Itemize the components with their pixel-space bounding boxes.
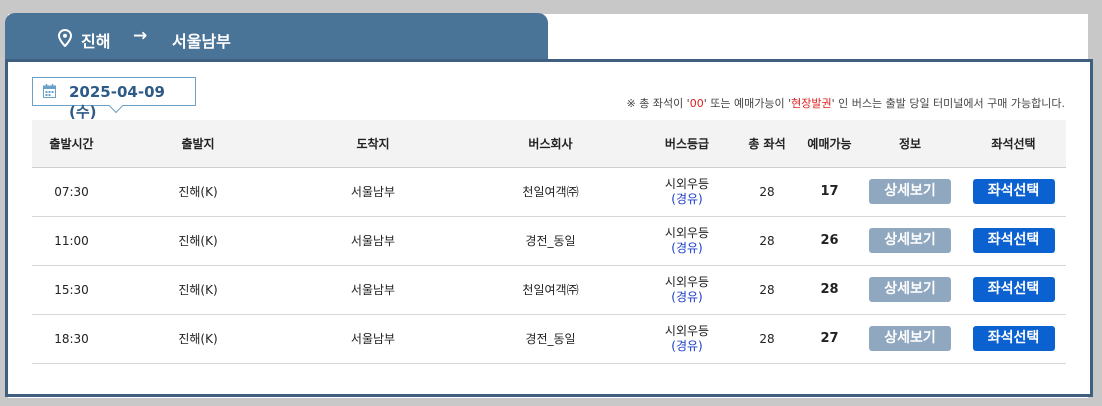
table-header-row: 출발시간 출발지 도착지 버스회사 버스등급 총 좌석 예매가능 정보 좌석선택 bbox=[32, 120, 1066, 168]
departure-time: 15:30 bbox=[32, 265, 111, 315]
notice-highlight-onsite: 현장발권 bbox=[791, 97, 832, 110]
via-label: (경유) bbox=[671, 289, 703, 304]
grade-label: 시외우등 bbox=[664, 176, 710, 191]
header-available: 예매가능 bbox=[800, 120, 859, 168]
bus-grade: 시외우등 (경유) bbox=[640, 167, 734, 217]
seat-select-button[interactable]: 좌석선택 bbox=[972, 228, 1055, 253]
departure-time: 18:30 bbox=[32, 314, 111, 364]
date-selector[interactable]: 2025-04-09 (수) bbox=[32, 77, 196, 121]
location-pin-icon bbox=[57, 29, 73, 47]
bus-grade: 시외우등 (경유) bbox=[640, 216, 734, 266]
bus-company: 천일여객㈜ bbox=[461, 167, 640, 217]
header-seat-select: 좌석선택 bbox=[961, 120, 1066, 168]
header-bus-grade: 버스등급 bbox=[640, 120, 734, 168]
select-cell: 좌석선택 bbox=[961, 216, 1066, 266]
header-departure-time: 출발시간 bbox=[32, 120, 111, 168]
arrival-terminal: 서울남부 bbox=[285, 216, 461, 266]
bus-company: 경전_동일 bbox=[461, 314, 640, 364]
detail-button[interactable]: 상세보기 bbox=[869, 326, 951, 351]
seat-select-button[interactable]: 좌석선택 bbox=[972, 179, 1055, 204]
info-cell: 상세보기 bbox=[859, 265, 961, 315]
total-seats: 28 bbox=[734, 167, 800, 217]
available-seats: 26 bbox=[800, 216, 859, 266]
route-tab: 진해 → 서울남부 bbox=[5, 13, 548, 61]
table-row: 11:00 진해(K) 서울남부 경전_동일 시외우등 (경유) 28 26 상세… bbox=[32, 216, 1066, 266]
header-arrival: 도착지 bbox=[285, 120, 461, 168]
select-cell: 좌석선택 bbox=[961, 314, 1066, 364]
departure-terminal: 진해(K) bbox=[111, 314, 285, 364]
grade-label: 시외우등 bbox=[664, 274, 710, 289]
header-bus-company: 버스회사 bbox=[461, 120, 640, 168]
route-origin: 진해 bbox=[81, 32, 111, 51]
bus-company: 경전_동일 bbox=[461, 216, 640, 266]
info-cell: 상세보기 bbox=[859, 216, 961, 266]
table-row: 07:30 진해(K) 서울남부 천일여객㈜ 시외우등 (경유) 28 17 상세… bbox=[32, 167, 1066, 217]
total-seats: 28 bbox=[734, 265, 800, 315]
header-departure: 출발지 bbox=[111, 120, 285, 168]
available-seats: 17 bbox=[800, 167, 859, 217]
departure-time: 11:00 bbox=[32, 216, 111, 266]
header-info: 정보 bbox=[859, 120, 961, 168]
via-label: (경유) bbox=[671, 191, 703, 206]
info-cell: 상세보기 bbox=[859, 314, 961, 364]
bus-grade: 시외우등 (경유) bbox=[640, 314, 734, 364]
detail-button[interactable]: 상세보기 bbox=[869, 228, 951, 253]
grade-label: 시외우등 bbox=[664, 323, 710, 338]
arrow-right-icon: → bbox=[133, 26, 148, 46]
detail-button[interactable]: 상세보기 bbox=[869, 277, 951, 302]
bus-schedule-table: 출발시간 출발지 도착지 버스회사 버스등급 총 좌석 예매가능 정보 좌석선택… bbox=[32, 120, 1066, 364]
arrival-terminal: 서울남부 bbox=[285, 314, 461, 364]
total-seats: 28 bbox=[734, 314, 800, 364]
route-destination: 서울남부 bbox=[172, 32, 231, 51]
available-seats: 28 bbox=[800, 265, 859, 315]
notice-text-1: ※ 총 좌석이 ' bbox=[626, 97, 690, 110]
departure-terminal: 진해(K) bbox=[111, 265, 285, 315]
departure-terminal: 진해(K) bbox=[111, 216, 285, 266]
arrival-terminal: 서울남부 bbox=[285, 167, 461, 217]
selected-date: 2025-04-09 (수) bbox=[69, 83, 165, 121]
header-total-seats: 총 좌석 bbox=[734, 120, 800, 168]
grade-label: 시외우등 bbox=[664, 225, 710, 240]
bus-grade: 시외우등 (경유) bbox=[640, 265, 734, 315]
purchase-notice: ※ 총 좌석이 '00' 또는 예매가능이 '현장발권' 인 버스는 출발 당일… bbox=[627, 95, 1066, 111]
available-seats: 27 bbox=[800, 314, 859, 364]
detail-button[interactable]: 상세보기 bbox=[869, 179, 951, 204]
arrival-terminal: 서울남부 bbox=[285, 265, 461, 315]
table-row: 18:30 진해(K) 서울남부 경전_동일 시외우등 (경유) 28 27 상세… bbox=[32, 314, 1066, 364]
info-cell: 상세보기 bbox=[859, 167, 961, 217]
seat-select-button[interactable]: 좌석선택 bbox=[972, 326, 1055, 351]
via-label: (경유) bbox=[671, 240, 703, 255]
notice-highlight-zero: 00 bbox=[689, 97, 704, 110]
notice-text-3: ' 인 버스는 출발 당일 터미널에서 구매 가능합니다. bbox=[831, 97, 1065, 110]
table-row: 15:30 진해(K) 서울남부 천일여객㈜ 시외우등 (경유) 28 28 상세… bbox=[32, 265, 1066, 315]
notice-text-2: ' 또는 예매가능이 ' bbox=[703, 97, 792, 110]
seat-select-button[interactable]: 좌석선택 bbox=[972, 277, 1055, 302]
select-cell: 좌석선택 bbox=[961, 167, 1066, 217]
bus-company: 천일여객㈜ bbox=[461, 265, 640, 315]
select-cell: 좌석선택 bbox=[961, 265, 1066, 315]
via-label: (경유) bbox=[671, 338, 703, 353]
calendar-icon bbox=[43, 84, 56, 98]
departure-terminal: 진해(K) bbox=[111, 167, 285, 217]
departure-time: 07:30 bbox=[32, 167, 111, 217]
total-seats: 28 bbox=[734, 216, 800, 266]
